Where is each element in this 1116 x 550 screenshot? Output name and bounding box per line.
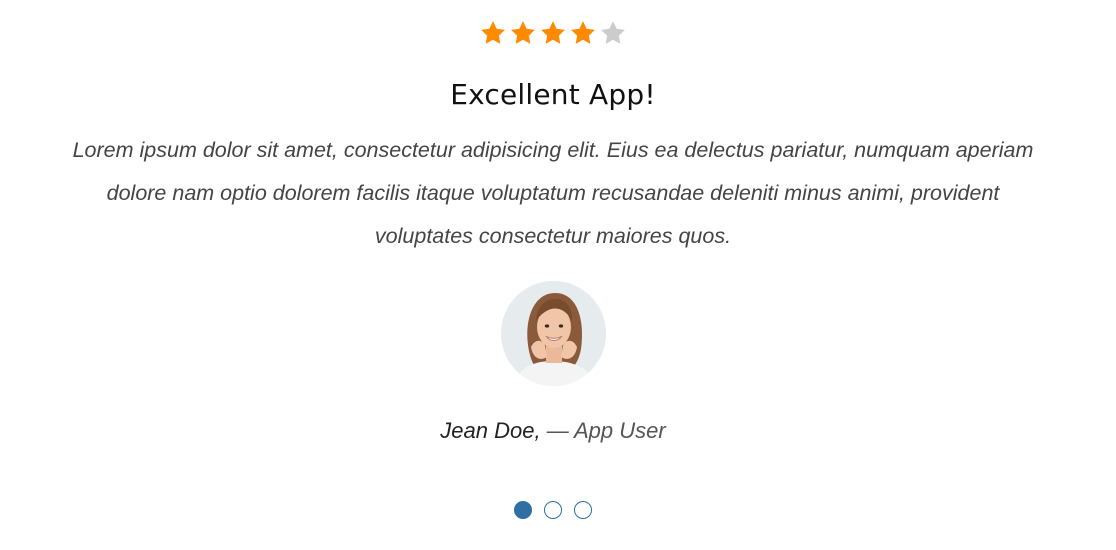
pagination-dot[interactable]	[574, 501, 592, 519]
pagination-dot[interactable]	[514, 501, 532, 519]
pagination-dot[interactable]	[544, 501, 562, 519]
star-icon	[511, 21, 535, 44]
star-icon	[541, 21, 565, 44]
testimonial-title: Excellent App!	[450, 78, 656, 111]
avatar	[501, 281, 606, 386]
testimonial-author: Jean Doe, — App User	[0, 418, 1106, 444]
star-icon	[481, 21, 505, 44]
testimonial-slide: Excellent App! Lorem ipsum dolor sit ame…	[0, 0, 1116, 550]
author-role: — App User	[540, 418, 666, 443]
slider-pagination	[0, 501, 1106, 519]
star-icon	[571, 21, 595, 44]
testimonial-quote: Lorem ipsum dolor sit amet, consectetur …	[72, 138, 1034, 248]
avatar-photo	[501, 281, 606, 386]
author-name: Jean Doe,	[440, 418, 541, 443]
star-icon	[601, 21, 625, 44]
star-rating	[0, 19, 1106, 47]
